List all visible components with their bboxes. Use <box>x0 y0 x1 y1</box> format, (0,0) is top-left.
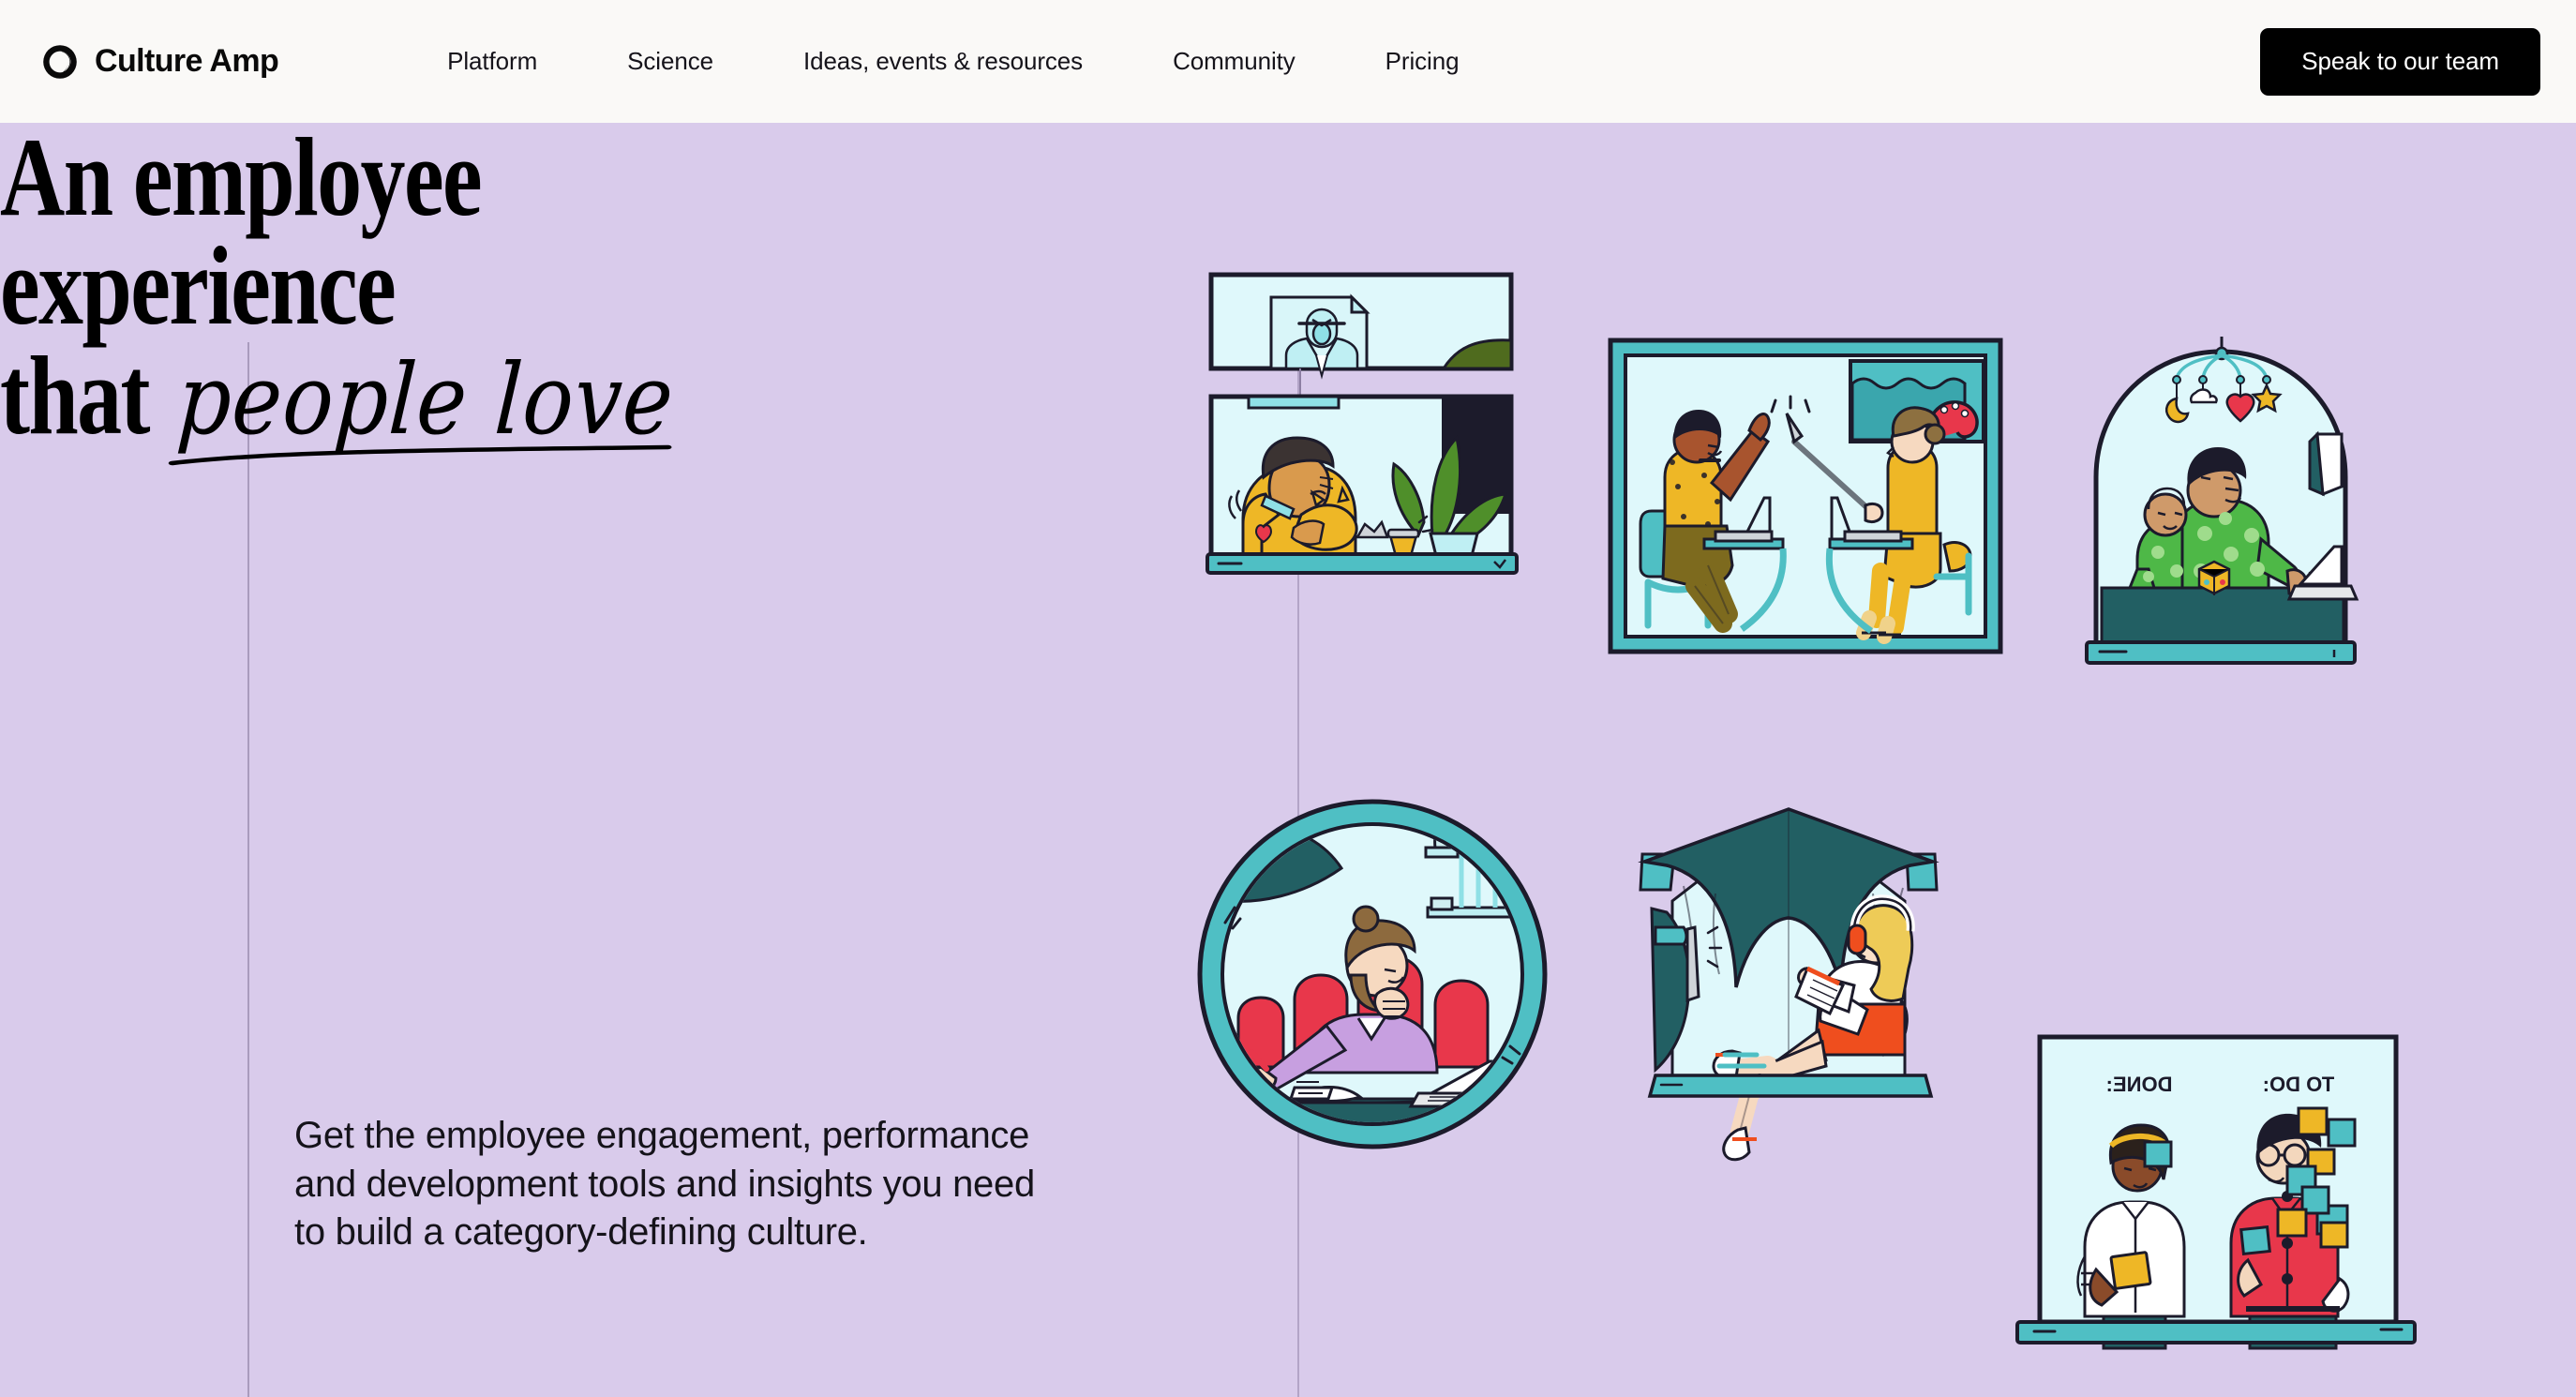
hero-illustration-collage: DONE: TO DO: <box>0 123 2576 1397</box>
speak-to-our-team-button[interactable]: Speak to our team <box>2260 27 2540 96</box>
hero-section: An employee experience that people love … <box>0 123 2576 1397</box>
illustration-video-call-with-cat <box>1206 254 1519 695</box>
culture-amp-logo-icon <box>41 43 79 81</box>
nav-item-community[interactable]: Community <box>1173 38 1295 85</box>
nav-item-platform[interactable]: Platform <box>447 38 537 85</box>
primary-navigation: Platform Science Ideas, events & resourc… <box>447 38 1459 85</box>
site-header: Culture Amp Platform Science Ideas, even… <box>0 0 2576 123</box>
brand-name: Culture Amp <box>95 43 279 79</box>
illustration-whiteboard-standup: DONE: TO DO: <box>2015 1029 2417 1350</box>
illustration-high-five-desks <box>1607 337 2004 655</box>
illustration-tent-listening <box>1635 796 1942 1190</box>
nav-item-ideas[interactable]: Ideas, events & resources <box>803 38 1083 85</box>
whiteboard-todo-label: TO DO: <box>2263 1073 2335 1096</box>
whiteboard-done-label: DONE: <box>2106 1073 2173 1096</box>
illustration-person-on-sofa <box>1193 795 1551 1153</box>
nav-item-science[interactable]: Science <box>627 38 713 85</box>
nav-item-pricing[interactable]: Pricing <box>1385 38 1460 85</box>
illustration-parent-with-baby <box>2083 337 2359 672</box>
brand-logo[interactable]: Culture Amp <box>41 43 279 81</box>
